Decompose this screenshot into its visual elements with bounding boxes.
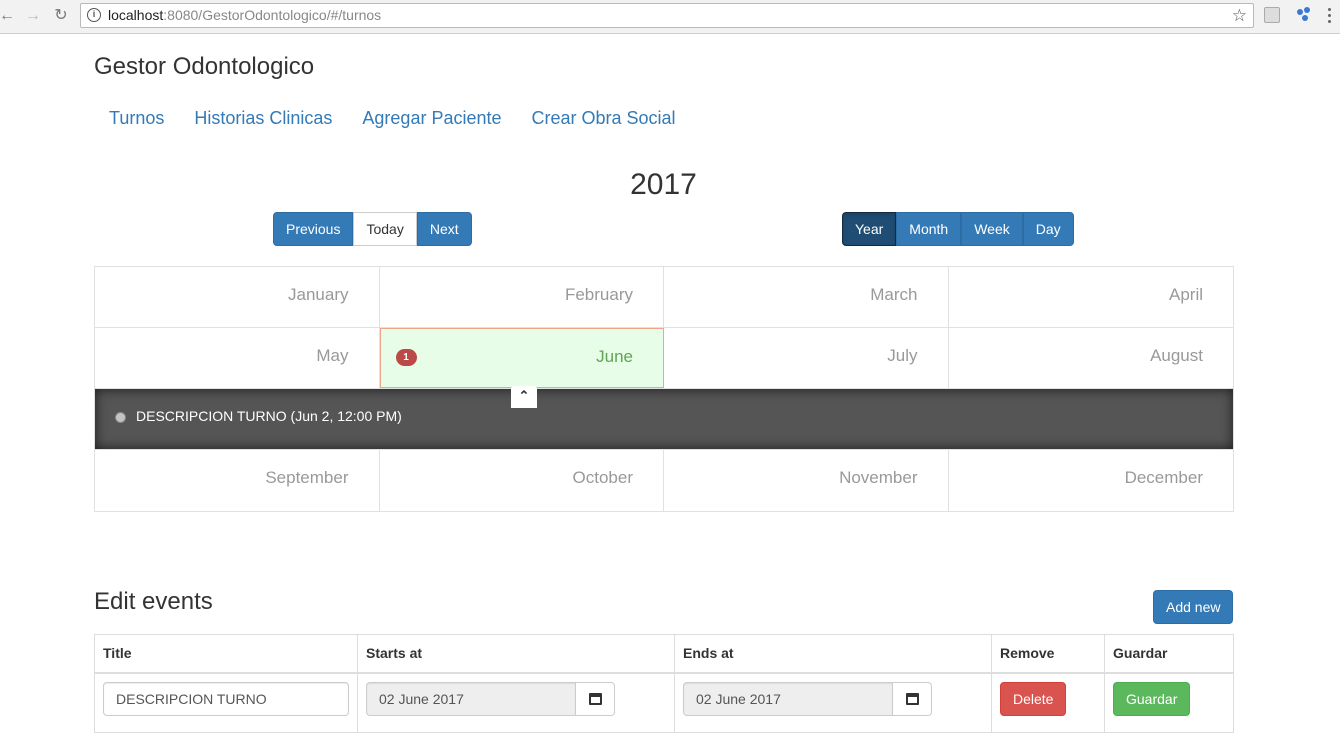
ends-at-calendar-button[interactable] bbox=[893, 681, 932, 716]
table-row: DESCRIPCION TURNO 02 June 2017 02 June 2… bbox=[94, 672, 1234, 733]
month-label: September bbox=[265, 468, 349, 487]
calendar-view-group: Year Month Week Day bbox=[842, 212, 1074, 246]
month-label: October bbox=[572, 468, 633, 487]
reload-icon[interactable]: ↻ bbox=[50, 5, 72, 27]
event-list-item[interactable]: DESCRIPCION TURNO (Jun 2, 12:00 PM) bbox=[115, 408, 402, 424]
calendar-row: May 1 June July August bbox=[95, 328, 1233, 389]
month-label: April bbox=[1168, 285, 1203, 304]
remove-cell: Delete bbox=[991, 672, 1105, 733]
column-header-ends-at: Ends at bbox=[674, 634, 992, 674]
nav-historias-clinicas[interactable]: Historias Clinicas bbox=[179, 106, 347, 130]
month-cell-april[interactable]: April bbox=[949, 267, 1234, 327]
ends-at-input[interactable]: 02 June 2017 bbox=[683, 681, 893, 716]
extension-dots-icon[interactable] bbox=[1297, 7, 1313, 23]
next-button[interactable]: Next bbox=[416, 212, 472, 246]
month-label: February bbox=[564, 285, 633, 304]
month-cell-december[interactable]: December bbox=[949, 450, 1234, 511]
month-cell-june[interactable]: 1 June bbox=[379, 328, 664, 388]
month-label: March bbox=[870, 285, 918, 304]
previous-button[interactable]: Previous bbox=[273, 212, 354, 246]
starts-at-calendar-button[interactable] bbox=[576, 681, 615, 716]
month-label: July bbox=[887, 346, 918, 365]
ends-cell: 02 June 2017 bbox=[674, 672, 992, 733]
main-nav: Turnos Historias Clinicas Agregar Pacien… bbox=[94, 106, 691, 130]
view-day-button[interactable]: Day bbox=[1022, 212, 1074, 246]
address-bar[interactable]: i localhost:8080/GestorOdontologico/#/tu… bbox=[80, 3, 1254, 28]
month-cell-july[interactable]: July bbox=[664, 328, 949, 388]
month-cell-may[interactable]: May bbox=[95, 328, 380, 388]
column-header-title: Title bbox=[94, 634, 358, 674]
month-cell-november[interactable]: November bbox=[664, 450, 949, 511]
events-slide: ⌃ DESCRIPCION TURNO (Jun 2, 12:00 PM) bbox=[95, 386, 1233, 450]
view-week-button[interactable]: Week bbox=[961, 212, 1023, 246]
month-label: January bbox=[288, 285, 349, 304]
nav-turnos[interactable]: Turnos bbox=[94, 106, 179, 130]
today-button[interactable]: Today bbox=[353, 212, 417, 246]
calendar-icon bbox=[588, 692, 602, 705]
month-cell-february[interactable]: February bbox=[380, 267, 664, 327]
event-count-badge[interactable]: 1 bbox=[395, 349, 417, 366]
guardar-button[interactable]: Guardar bbox=[1113, 681, 1191, 716]
collapse-caret-icon[interactable]: ⌃ bbox=[511, 386, 537, 408]
ends-at-group: 02 June 2017 bbox=[683, 681, 932, 716]
event-text: DESCRIPCION TURNO (Jun 2, 12:00 PM) bbox=[136, 408, 402, 424]
month-label: December bbox=[1124, 468, 1203, 487]
month-label: June bbox=[596, 347, 633, 366]
bookmark-star-icon[interactable]: ☆ bbox=[1232, 4, 1247, 27]
month-cell-september[interactable]: September bbox=[95, 450, 380, 511]
nav-crear-obra-social[interactable]: Crear Obra Social bbox=[517, 106, 691, 130]
calendar-row: January February March April bbox=[95, 267, 1233, 328]
starts-at-input[interactable]: 02 June 2017 bbox=[366, 681, 576, 716]
browser-menu-icon[interactable] bbox=[1328, 8, 1332, 26]
info-icon[interactable]: i bbox=[87, 8, 101, 22]
year-calendar: January February March April May 1 June … bbox=[94, 266, 1234, 512]
browser-toolbar: ← → ↻ i localhost:8080/GestorOdontologic… bbox=[0, 0, 1340, 34]
extension-icon[interactable] bbox=[1264, 7, 1280, 23]
starts-at-group: 02 June 2017 bbox=[366, 681, 615, 716]
event-title-input[interactable]: DESCRIPCION TURNO bbox=[103, 681, 349, 716]
calendar-icon bbox=[905, 692, 919, 705]
view-month-button[interactable]: Month bbox=[896, 212, 962, 246]
brand-title: Gestor Odontologico bbox=[94, 53, 315, 80]
month-cell-january[interactable]: January bbox=[95, 267, 380, 327]
title-cell: DESCRIPCION TURNO bbox=[94, 672, 358, 733]
back-icon[interactable]: ← bbox=[0, 5, 18, 27]
edit-events-heading: Edit events bbox=[94, 588, 213, 615]
month-cell-march[interactable]: March bbox=[664, 267, 949, 327]
month-label: May bbox=[316, 346, 349, 365]
starts-cell: 02 June 2017 bbox=[357, 672, 675, 733]
forward-icon[interactable]: → bbox=[22, 5, 44, 27]
month-cell-august[interactable]: August bbox=[949, 328, 1234, 388]
view-year-button[interactable]: Year bbox=[842, 212, 897, 246]
column-header-guardar: Guardar bbox=[1104, 634, 1234, 674]
url-text: localhost:8080/GestorOdontologico/#/turn… bbox=[108, 7, 382, 23]
events-table: Title Starts at Ends at Remove Guardar D… bbox=[94, 634, 1234, 733]
table-header-row: Title Starts at Ends at Remove Guardar bbox=[94, 634, 1234, 674]
add-new-button[interactable]: Add new bbox=[1153, 590, 1234, 624]
nav-agregar-paciente[interactable]: Agregar Paciente bbox=[347, 106, 516, 130]
calendar-nav-group: Previous Today Next bbox=[273, 212, 472, 246]
delete-button[interactable]: Delete bbox=[1000, 681, 1067, 716]
calendar-title: 2017 bbox=[630, 168, 697, 201]
save-cell: Guardar bbox=[1104, 672, 1234, 733]
month-label: November bbox=[839, 468, 918, 487]
calendar-row: September October November December bbox=[95, 450, 1233, 511]
month-label: August bbox=[1150, 346, 1203, 365]
column-header-remove: Remove bbox=[991, 634, 1105, 674]
event-dot-icon bbox=[115, 412, 126, 423]
column-header-starts-at: Starts at bbox=[357, 634, 675, 674]
month-cell-october[interactable]: October bbox=[380, 450, 664, 511]
